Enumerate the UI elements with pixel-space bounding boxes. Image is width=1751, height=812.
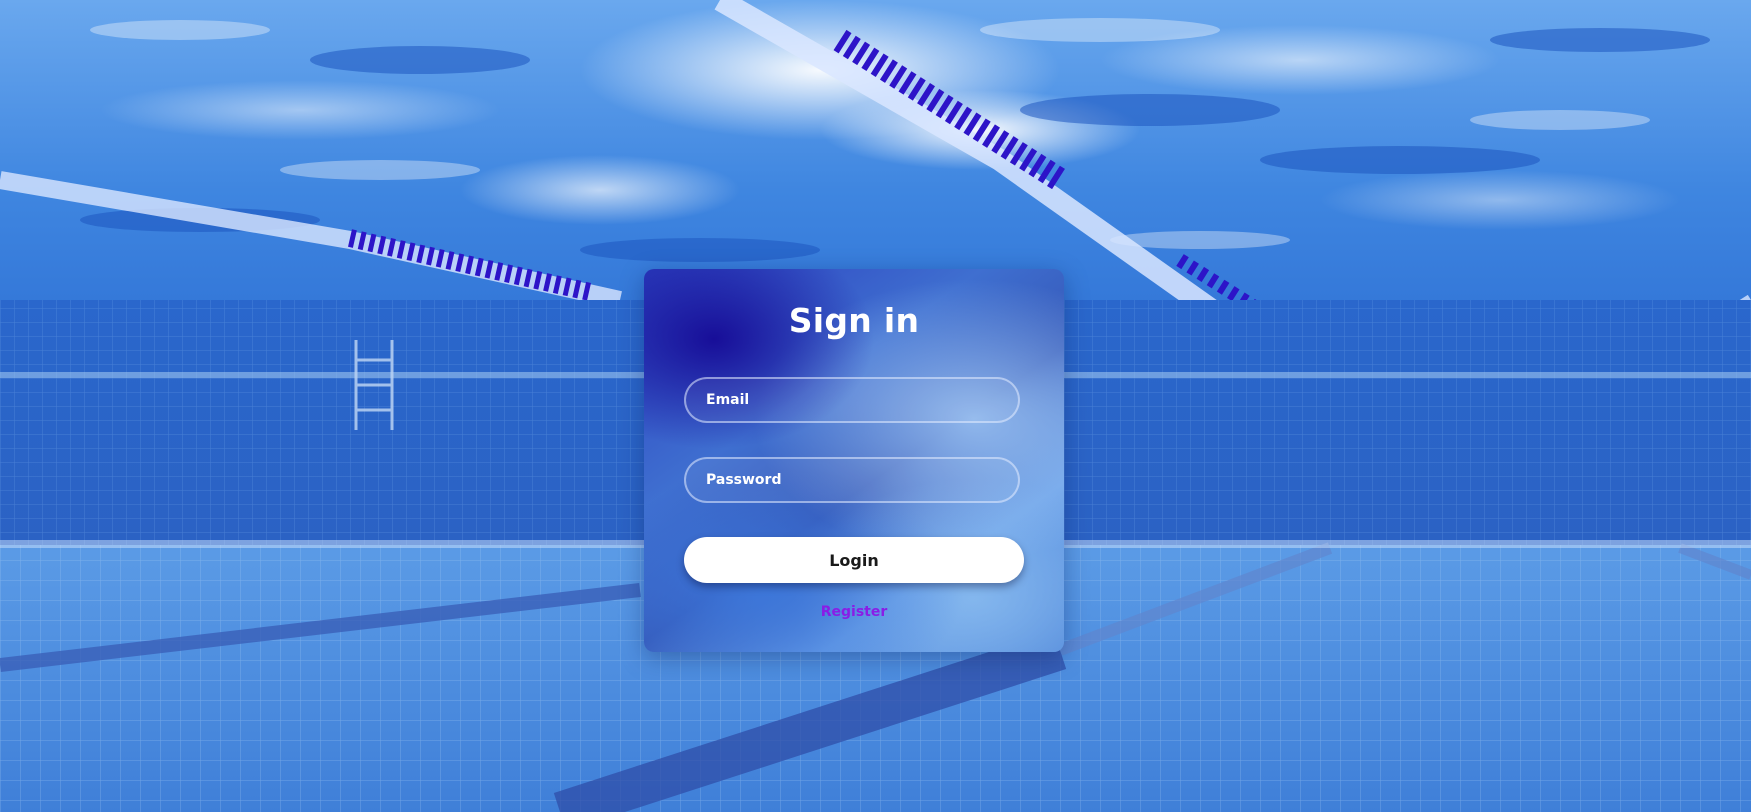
email-field[interactable] (684, 377, 1020, 423)
login-button[interactable]: Login (684, 537, 1024, 583)
login-page: Sign in Login Register (0, 0, 1751, 812)
register-link[interactable]: Register (644, 604, 1064, 620)
sign-in-title: Sign in (788, 301, 920, 340)
email-input[interactable] (686, 379, 1018, 421)
sign-in-card: Sign in Login Register (644, 269, 1064, 652)
password-input[interactable] (686, 459, 1018, 501)
password-field[interactable] (684, 457, 1020, 503)
